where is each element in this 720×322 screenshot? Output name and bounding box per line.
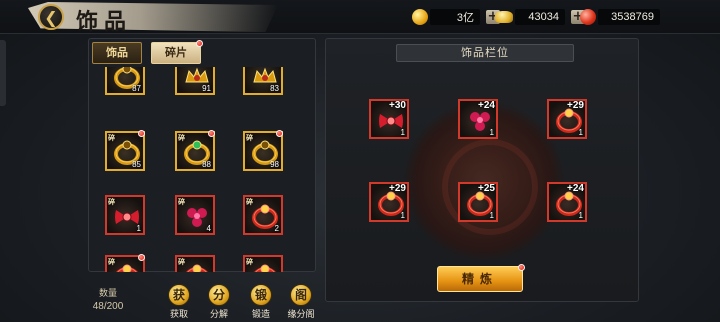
- equipped-slot[interactable]: +24 1: [547, 182, 587, 222]
- action-label: 分解: [209, 310, 228, 320]
- slot-level: +30: [389, 100, 406, 111]
- red-gem-resource: 3538769: [580, 7, 660, 27]
- page-title: 饰品: [76, 9, 133, 35]
- red-ring-icon: [186, 264, 208, 272]
- inventory-item[interactable]: 碎2: [243, 195, 283, 235]
- item-count: 1: [136, 224, 141, 233]
- slot-count: 1: [578, 128, 583, 137]
- inventory-item[interactable]: 碎1: [105, 195, 145, 235]
- notification-dot-icon: [138, 254, 145, 261]
- gold-coin-value: 3亿: [430, 9, 480, 25]
- item-count: 91: [202, 84, 211, 93]
- gold-ingot-value: 43034: [515, 9, 565, 25]
- title-brush-banner: [28, 2, 278, 32]
- tab-ornaments[interactable]: 饰品: [92, 42, 142, 64]
- red-gem-value: 3538769: [598, 9, 660, 25]
- decompose-icon: 分: [208, 284, 230, 306]
- inventory-item[interactable]: 碎 85: [105, 130, 145, 171]
- fragment-tag: 碎: [108, 134, 115, 142]
- slot-count: 1: [489, 211, 494, 220]
- acquire-icon: 获: [168, 284, 190, 306]
- action-label: 缘分阁: [287, 310, 315, 320]
- ornament-slots-panel: 饰品栏位 +30 1 +24 1 +29 1 +29 1 +25 1 +24 1…: [325, 38, 639, 302]
- inventory-item[interactable]: 碎 98: [243, 130, 283, 171]
- slot-level: +24: [478, 100, 495, 111]
- notification-dot-icon: [196, 40, 203, 47]
- inventory-panel: 饰品 碎片 87 91 83 碎 85 碎 88 碎 98 碎 1 碎 4 碎 …: [88, 38, 316, 272]
- red-gem-icon: [580, 9, 596, 25]
- slot-level: +29: [567, 100, 584, 111]
- equipped-slot[interactable]: +24 1: [458, 99, 498, 139]
- equipped-slot[interactable]: +29 1: [369, 182, 409, 222]
- inventory-item[interactable]: 碎 88: [175, 130, 215, 171]
- fragment-tag: 碎: [178, 258, 185, 266]
- inventory-item[interactable]: 87: [105, 67, 145, 95]
- item-count: 85: [132, 160, 141, 169]
- fragment-tag: 碎: [178, 198, 185, 206]
- gold-coin-resource: 3亿 +: [412, 7, 500, 27]
- inventory-item[interactable]: 碎4: [175, 195, 215, 235]
- item-count: 83: [270, 84, 279, 93]
- action-label: 锻造: [251, 310, 270, 320]
- inventory-item[interactable]: 碎4: [243, 255, 283, 272]
- top-bar: ❮ 饰品 3亿 + 43034 + 3538769: [0, 0, 720, 35]
- gold-ingot-resource: 43034 +: [495, 7, 585, 27]
- equipped-slot[interactable]: +29 1: [547, 99, 587, 139]
- inventory-grid: 87 91 83 碎 85 碎 88 碎 98 碎1 碎 4 碎 2 碎 碎 碎: [89, 67, 317, 272]
- inventory-item[interactable]: 碎1: [175, 255, 215, 272]
- notification-dot-icon: [138, 130, 145, 137]
- action-forge-button[interactable]: 锻锻造: [241, 284, 281, 320]
- pavilion-icon: 阁: [290, 284, 312, 306]
- item-count: 4: [206, 224, 211, 233]
- item-count: 88: [202, 160, 211, 169]
- fragment-tag: 碎: [108, 198, 115, 206]
- inventory-item[interactable]: 91: [175, 67, 215, 95]
- notification-dot-icon: [518, 264, 525, 271]
- action-acquire-button[interactable]: 获获取: [159, 284, 199, 320]
- inventory-item[interactable]: 83: [243, 67, 283, 95]
- quantity-value: 48/200: [92, 301, 124, 312]
- equipped-slot[interactable]: +25 1: [458, 182, 498, 222]
- back-arrow-icon: ❮: [44, 7, 58, 27]
- fragment-tag: 碎: [178, 134, 185, 142]
- slot-count: 1: [578, 211, 583, 220]
- gold-ingot-icon: [495, 11, 513, 23]
- fragment-tag: 碎: [246, 258, 253, 266]
- tab-fragments-label: 碎片: [165, 46, 187, 59]
- red-ring-icon: [116, 264, 138, 272]
- fragment-tag: 碎: [246, 134, 253, 142]
- side-drawer-handle[interactable]: [0, 40, 6, 106]
- item-count: 98: [270, 160, 279, 169]
- action-pavilion-button[interactable]: 阁缘分阁: [281, 284, 321, 320]
- gold-coin-icon: [412, 9, 428, 25]
- refine-button-label: 精炼: [461, 272, 498, 286]
- inventory-item[interactable]: 碎4: [105, 254, 145, 272]
- item-count: 87: [132, 84, 141, 93]
- action-decompose-button[interactable]: 分分解: [199, 284, 239, 320]
- fragment-tag: 碎: [246, 198, 253, 206]
- notification-dot-icon: [208, 130, 215, 137]
- equipped-slot[interactable]: +30 1: [369, 99, 409, 139]
- red-ring-icon: [254, 264, 276, 272]
- slots-title: 饰品栏位: [396, 44, 574, 62]
- slot-count: 1: [489, 128, 494, 137]
- slot-count: 1: [400, 211, 405, 220]
- tab-fragments[interactable]: 碎片: [151, 40, 203, 64]
- slot-level: +24: [567, 183, 584, 194]
- slot-level: +29: [389, 183, 406, 194]
- back-button[interactable]: ❮: [38, 4, 64, 30]
- fragment-tag: 碎: [108, 258, 115, 266]
- slot-level: +25: [478, 183, 495, 194]
- action-label: 获取: [169, 310, 188, 320]
- refine-button[interactable]: 精炼: [437, 264, 525, 292]
- item-count: 2: [274, 224, 279, 233]
- quantity-label: 数量: [98, 289, 117, 299]
- slot-count: 1: [400, 128, 405, 137]
- forge-icon: 锻: [250, 284, 272, 306]
- notification-dot-icon: [276, 130, 283, 137]
